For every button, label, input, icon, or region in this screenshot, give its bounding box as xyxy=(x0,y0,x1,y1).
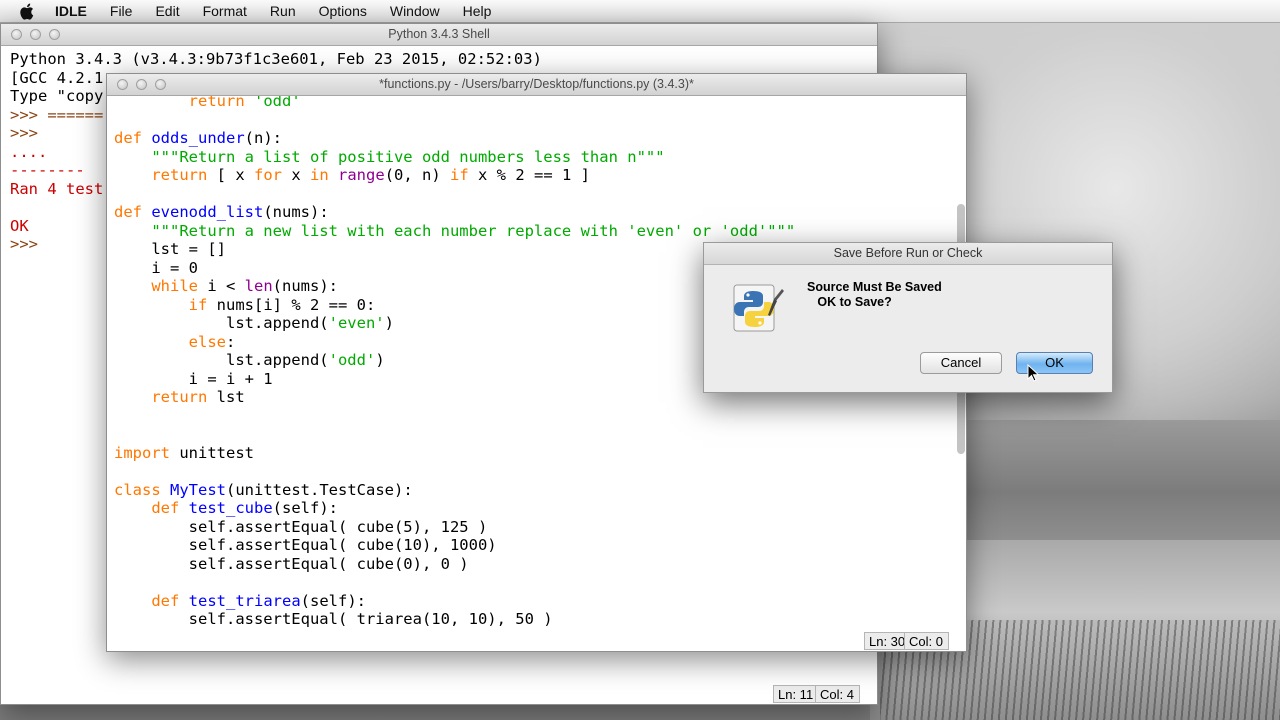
close-icon[interactable] xyxy=(117,79,128,90)
menu-edit[interactable]: Edit xyxy=(155,3,179,19)
menu-help[interactable]: Help xyxy=(463,3,492,19)
mouse-cursor-icon xyxy=(1027,363,1040,386)
shell-line: >>> xyxy=(10,235,38,253)
minimize-icon[interactable] xyxy=(30,29,41,40)
dialog-message: Source Must Be Saved OK to Save? xyxy=(807,280,942,310)
shell-title: Python 3.4.3 Shell xyxy=(388,27,490,41)
menu-app-idle[interactable]: IDLE xyxy=(55,3,87,19)
shell-line: Type "copy xyxy=(10,87,104,105)
menu-file[interactable]: File xyxy=(110,3,133,19)
dialog-title[interactable]: Save Before Run or Check xyxy=(704,243,1112,265)
shell-line: >>> xyxy=(10,124,38,142)
shell-line: [GCC 4.2.1 xyxy=(10,68,104,87)
menu-run[interactable]: Run xyxy=(270,3,296,19)
editor-status-col: Col: 0 xyxy=(904,632,949,650)
apple-icon[interactable] xyxy=(17,2,35,20)
shell-line: .... xyxy=(10,142,48,161)
close-icon[interactable] xyxy=(11,29,22,40)
zoom-icon[interactable] xyxy=(49,29,60,40)
shell-titlebar[interactable]: Python 3.4.3 Shell xyxy=(1,24,877,46)
shell-status-col: Col: 4 xyxy=(815,685,860,703)
menu-bar: IDLE File Edit Format Run Options Window… xyxy=(0,0,1280,23)
shell-line: Python 3.4.3 (v3.4.3:9b73f1c3e601, Feb 2… xyxy=(10,50,542,68)
dialog-message-line1: Source Must Be Saved xyxy=(807,280,942,294)
editor-title: *functions.py - /Users/barry/Desktop/fun… xyxy=(379,77,694,91)
cancel-button[interactable]: Cancel xyxy=(920,352,1002,374)
shell-line: Ran 4 test xyxy=(10,179,104,198)
dialog-message-line2: OK to Save? xyxy=(817,295,892,309)
python-icon xyxy=(730,279,786,337)
menu-format[interactable]: Format xyxy=(203,3,247,19)
shell-line: -------- xyxy=(10,161,85,179)
save-dialog[interactable]: Save Before Run or Check Source Must Be … xyxy=(703,242,1113,393)
zoom-icon[interactable] xyxy=(155,79,166,90)
menu-options[interactable]: Options xyxy=(319,3,367,19)
editor-titlebar[interactable]: *functions.py - /Users/barry/Desktop/fun… xyxy=(107,74,966,96)
menu-window[interactable]: Window xyxy=(390,3,440,19)
minimize-icon[interactable] xyxy=(136,79,147,90)
shell-line: >>> ====== xyxy=(10,105,104,124)
editor-code[interactable]: return 'odd' def odds_under(n): """Retur… xyxy=(114,96,795,629)
shell-line: OK xyxy=(10,216,29,235)
